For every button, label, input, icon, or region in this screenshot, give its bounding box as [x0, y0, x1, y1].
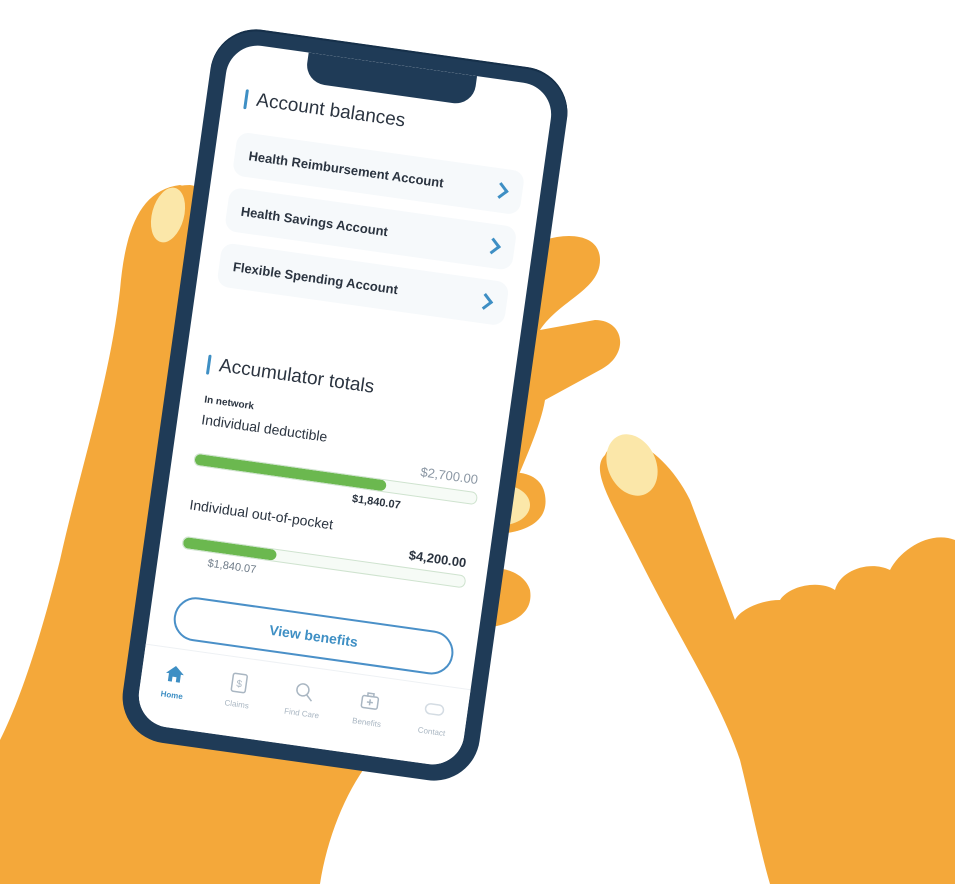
tab-claims[interactable]: $ Claims	[208, 668, 269, 712]
tab-contact[interactable]: Contact	[403, 696, 464, 740]
accumulator-totals-title: Accumulator totals	[205, 354, 376, 399]
account-item-label: Health Reimbursement Account	[247, 147, 445, 190]
deductible-used: $1,840.07	[351, 492, 402, 512]
title-accent-bar	[243, 89, 249, 110]
tab-find-care[interactable]: Find Care	[273, 677, 334, 721]
network-label: In network	[203, 394, 255, 413]
account-balances-title-text: Account balances	[255, 89, 407, 132]
home-icon	[162, 661, 187, 686]
tab-claims-label: Claims	[223, 698, 250, 711]
out-of-pocket-used: $1,840.07	[206, 557, 257, 577]
account-item-label: Flexible Spending Account	[232, 258, 400, 297]
tab-find-care-label: Find Care	[283, 706, 320, 721]
tab-benefits-label: Benefits	[351, 716, 382, 730]
accumulator-totals-title-text: Accumulator totals	[217, 355, 376, 398]
tab-benefits[interactable]: Benefits	[338, 687, 399, 731]
chevron-right-icon	[484, 237, 501, 255]
out-of-pocket-label: Individual out-of-pocket	[188, 496, 335, 533]
medical-kit-icon	[358, 689, 381, 714]
chat-icon	[422, 698, 447, 723]
chevron-right-icon	[491, 182, 509, 199]
svg-text:$: $	[236, 679, 243, 691]
tab-contact-label: Contact	[417, 725, 446, 739]
chevron-right-icon	[476, 293, 494, 310]
deductible-label: Individual deductible	[200, 411, 329, 445]
claims-icon: $	[229, 671, 250, 695]
out-of-pocket-progress-fill	[182, 536, 277, 561]
account-balances-title: Account balances	[243, 88, 407, 132]
search-icon	[293, 680, 316, 705]
tab-home-label: Home	[160, 689, 184, 702]
account-item-label: Health Savings Account	[239, 203, 389, 239]
deductible-total: $2,700.00	[419, 464, 479, 488]
deductible-progress-fill	[194, 453, 387, 492]
out-of-pocket-total: $4,200.00	[407, 547, 468, 571]
title-accent-bar	[205, 354, 212, 375]
tab-home[interactable]: Home	[143, 659, 204, 703]
